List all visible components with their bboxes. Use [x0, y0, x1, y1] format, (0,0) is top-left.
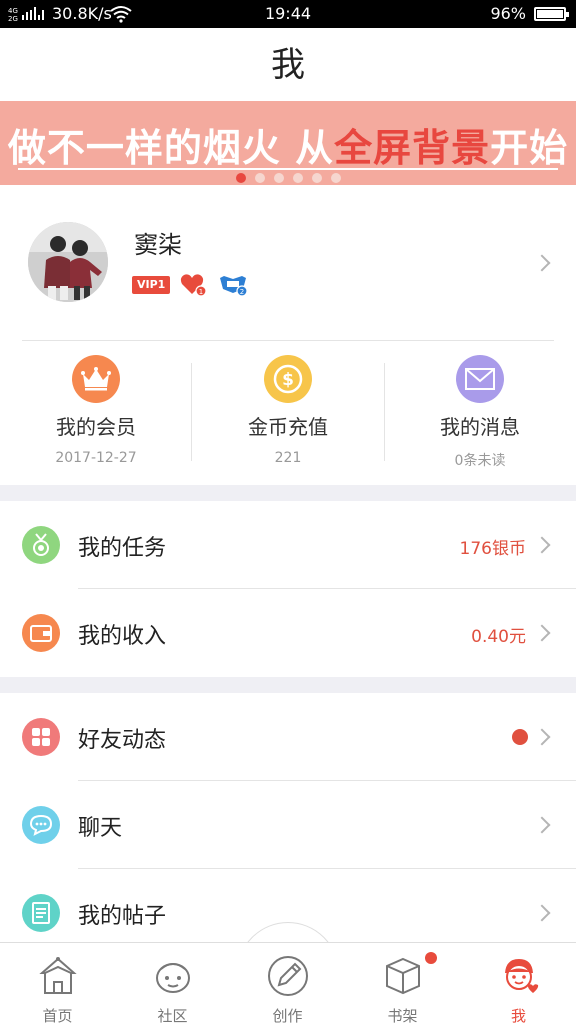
tab-create[interactable]: 创作	[230, 955, 345, 1024]
page-title: 我	[271, 45, 305, 85]
community-face-icon	[155, 963, 190, 993]
tab-label: 首页	[42, 1007, 73, 1024]
pagination-dot[interactable]	[311, 173, 322, 183]
battery-percent: 96%	[490, 4, 526, 23]
coin-icon: $	[264, 355, 312, 403]
section-separator	[0, 485, 576, 501]
status-bar: 4G 2G 30.8K/s 19:44 96%	[0, 0, 576, 28]
stats-row: 我的会员 2017-12-27 $ 金币充值 221 我的消息 0条未读	[0, 341, 576, 485]
menu-row-tasks[interactable]: 我的任务 176银币	[0, 501, 576, 589]
battery-icon	[534, 7, 569, 21]
crown-icon	[72, 355, 120, 403]
profile-card[interactable]: 窦柒 VIP1 1 2	[0, 185, 576, 341]
chevron-right-icon	[533, 904, 551, 922]
vip-badge: VIP1	[132, 276, 171, 294]
notification-dot	[512, 729, 528, 745]
pagination-dot[interactable]	[235, 173, 246, 183]
menu-label: 聊天	[78, 816, 123, 841]
banner-text: 做不一样的烟火 从全屏背景开始	[7, 126, 569, 170]
chevron-right-icon	[533, 728, 551, 746]
me-avatar-icon	[504, 959, 538, 993]
tab-home[interactable]: 首页	[0, 955, 115, 1024]
badge-list: VIP1 1 2	[132, 273, 248, 297]
chevron-right-icon	[533, 816, 551, 834]
wallet-icon	[22, 614, 60, 652]
username: 窦柒	[134, 231, 182, 259]
mail-icon	[456, 355, 504, 403]
tab-bookshelf[interactable]: 书架	[345, 955, 460, 1024]
grid-icon	[22, 718, 60, 756]
avatar[interactable]	[28, 222, 108, 302]
pencil-icon	[267, 956, 308, 996]
stat-value: 221	[274, 450, 302, 466]
svg-text:1: 1	[199, 288, 203, 296]
pagination-dot[interactable]	[292, 173, 303, 183]
stat-label: 金币充值	[248, 415, 328, 439]
menu-value: 176银币	[459, 539, 526, 559]
menu-label: 我的收入	[78, 624, 167, 649]
stat-coins[interactable]: $ 金币充值 221	[192, 355, 384, 466]
stat-label: 我的会员	[56, 415, 136, 439]
menu-row-income[interactable]: 我的收入 0.40元	[0, 589, 576, 677]
banner-pagination	[0, 173, 576, 183]
stat-membership[interactable]: 我的会员 2017-12-27	[0, 355, 192, 466]
tab-label: 社区	[157, 1007, 188, 1024]
stat-label: 我的消息	[440, 415, 520, 439]
chevron-right-icon	[533, 254, 551, 272]
chat-icon	[22, 806, 60, 844]
level-shield-icon: 2	[220, 276, 248, 297]
tab-me[interactable]: 我	[461, 955, 576, 1024]
section-separator	[0, 677, 576, 693]
banner-underline	[18, 168, 558, 170]
stat-messages[interactable]: 我的消息 0条未读	[384, 355, 576, 470]
menu-row-friends-feed[interactable]: 好友动态	[0, 693, 576, 781]
tab-label: 书架	[387, 1007, 418, 1024]
notification-dot	[425, 952, 437, 964]
svg-text:$: $	[282, 370, 294, 390]
menu-row-chat[interactable]: 聊天	[0, 781, 576, 869]
document-icon	[22, 894, 60, 932]
menu-label: 我的帖子	[78, 904, 167, 929]
heart-level-icon: 1	[181, 274, 207, 297]
pagination-dot[interactable]	[330, 173, 341, 183]
stat-value: 2017-12-27	[55, 450, 137, 466]
svg-text:2: 2	[240, 288, 244, 296]
chevron-right-icon	[533, 624, 551, 642]
pagination-dot[interactable]	[273, 173, 284, 183]
menu-label: 好友动态	[78, 728, 167, 753]
bookshelf-box-icon	[385, 957, 420, 995]
tab-label: 创作	[272, 1007, 303, 1024]
stat-value: 0条未读	[454, 453, 506, 469]
bottom-tab-bar: 首页 社区 创作 书架 我	[0, 942, 576, 1024]
medal-icon	[22, 526, 60, 564]
pagination-dot[interactable]	[254, 173, 265, 183]
chevron-right-icon	[533, 536, 551, 554]
menu-label: 我的任务	[78, 536, 167, 561]
tab-community[interactable]: 社区	[115, 955, 230, 1024]
menu-value: 0.40元	[471, 627, 526, 647]
tab-label: 我	[510, 1007, 526, 1024]
home-tent-icon	[38, 957, 77, 994]
